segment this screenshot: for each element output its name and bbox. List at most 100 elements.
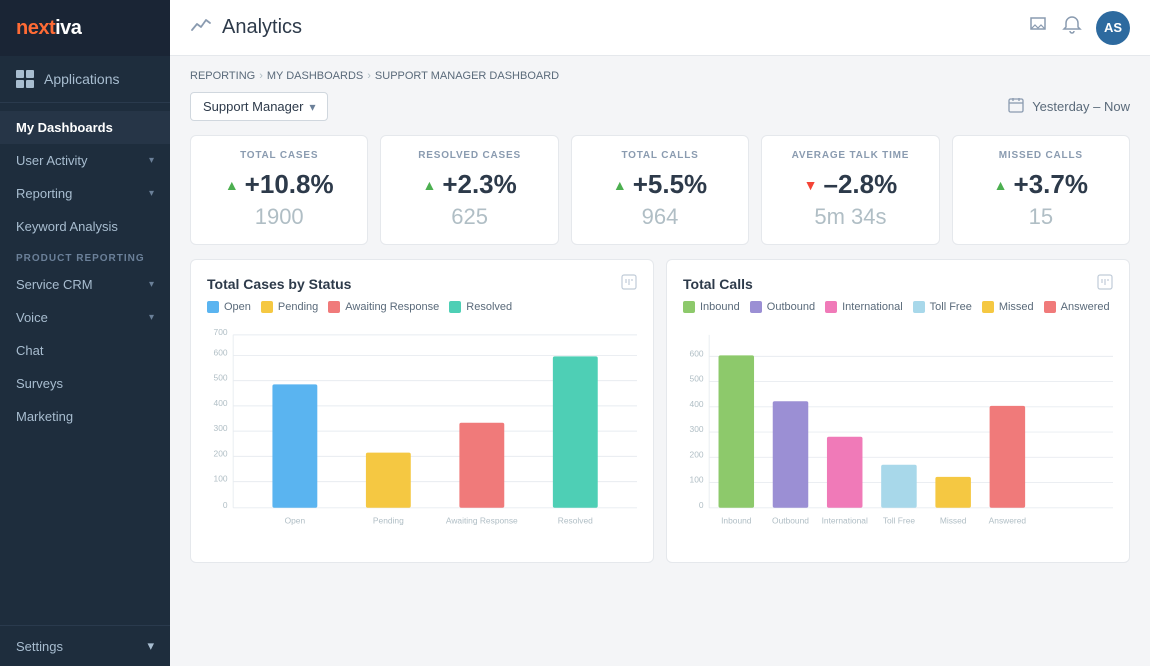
charts-row: Total Cases by Status Open Pending (190, 259, 1130, 563)
page-title: Analytics (222, 16, 302, 39)
sidebar-item-voice[interactable]: Voice ▾ (0, 301, 170, 334)
sidebar-item-my-dashboards[interactable]: My Dashboards (0, 111, 170, 144)
sidebar-item-reporting[interactable]: Reporting ▾ (0, 177, 170, 210)
legend-label: Awaiting Response (345, 301, 439, 313)
legend-label: Toll Free (930, 301, 972, 313)
user-avatar[interactable]: AS (1096, 11, 1130, 45)
stat-card-change: ▲ +3.7% (969, 169, 1113, 200)
stat-card-title: TOTAL CALLS (588, 150, 732, 161)
sidebar-item-label: Keyword Analysis (16, 219, 118, 234)
sidebar-item-surveys[interactable]: Surveys (0, 367, 170, 400)
breadcrumb: REPORTING › MY DASHBOARDS › SUPPORT MANA… (190, 70, 1130, 82)
svg-text:Open: Open (285, 516, 306, 526)
svg-text:600: 600 (690, 348, 704, 358)
product-reporting-section-label: PRODUCT REPORTING (0, 243, 170, 268)
dropdown-arrow-icon: ▾ (309, 100, 315, 114)
sidebar-item-marketing[interactable]: Marketing (0, 400, 170, 433)
stat-absolute-value: 5m 34s (778, 204, 922, 230)
trend-up-icon: ▲ (225, 177, 239, 193)
calendar-icon (1008, 97, 1024, 117)
stat-card-change: ▲ +2.3% (397, 169, 541, 200)
svg-text:Answered: Answered (989, 516, 1027, 526)
legend-color (1044, 301, 1056, 313)
chart-header: Total Cases by Status (207, 274, 637, 293)
svg-text:Pending: Pending (373, 516, 404, 526)
legend-missed: Missed (982, 301, 1034, 313)
svg-text:500: 500 (690, 374, 704, 384)
legend-color (449, 301, 461, 313)
sidebar-item-label: Chat (16, 343, 43, 358)
legend-color (207, 301, 219, 313)
breadcrumb-current: SUPPORT MANAGER DASHBOARD (375, 70, 559, 82)
stat-change-value: +10.8% (245, 169, 334, 200)
dashboard-dropdown[interactable]: Support Manager ▾ (190, 92, 328, 121)
legend-color (750, 301, 762, 313)
svg-text:300: 300 (690, 424, 704, 434)
legend-resolved: Resolved (449, 301, 512, 313)
stat-change-value: +2.3% (442, 169, 516, 200)
svg-text:International: International (822, 516, 868, 526)
legend-pending: Pending (261, 301, 318, 313)
content-area: REPORTING › MY DASHBOARDS › SUPPORT MANA… (170, 56, 1150, 666)
svg-text:100: 100 (214, 474, 228, 484)
legend-inbound: Inbound (683, 301, 740, 313)
chart1-legend: Open Pending Awaiting Response Resolved (207, 301, 637, 313)
legend-tollfree: Toll Free (913, 301, 972, 313)
settings-item[interactable]: Settings ▾ (0, 625, 170, 666)
sidebar-item-service-crm[interactable]: Service CRM ▾ (0, 268, 170, 301)
chart-title: Total Calls (683, 276, 753, 292)
chevron-icon: ▾ (147, 638, 154, 654)
svg-text:600: 600 (214, 347, 228, 357)
legend-label: Inbound (700, 301, 740, 313)
legend-awaiting: Awaiting Response (328, 301, 439, 313)
sidebar-item-label: Voice (16, 310, 48, 325)
chart2-legend: Inbound Outbound International Toll Free (683, 301, 1113, 313)
sidebar-item-label: Marketing (16, 409, 73, 424)
trend-up-icon: ▲ (613, 177, 627, 193)
chevron-icon: ▾ (149, 188, 154, 199)
applications-section[interactable]: Applications (0, 56, 170, 103)
svg-text:Inbound: Inbound (721, 516, 752, 526)
applications-item[interactable]: Applications (16, 66, 154, 92)
trend-up-icon: ▲ (422, 177, 436, 193)
analytics-icon (190, 14, 212, 41)
svg-text:300: 300 (214, 423, 228, 433)
legend-answered: Answered (1044, 301, 1110, 313)
stat-card-title: AVERAGE TALK TIME (778, 150, 922, 161)
legend-international: International (825, 301, 903, 313)
legend-color (261, 301, 273, 313)
stat-change-value: +5.5% (633, 169, 707, 200)
chevron-icon: ▾ (149, 279, 154, 290)
breadcrumb-dashboards: MY DASHBOARDS (267, 70, 363, 82)
sidebar-item-user-activity[interactable]: User Activity ▾ (0, 144, 170, 177)
legend-color (913, 301, 925, 313)
svg-text:Awaiting Response: Awaiting Response (446, 516, 518, 526)
message-icon[interactable] (1028, 15, 1048, 40)
stat-card-missed-calls: MISSED CALLS ▲ +3.7% 15 (952, 135, 1130, 245)
svg-text:500: 500 (214, 373, 228, 383)
main-content: Analytics AS REPORTING › MY DASHBOARDS ›… (170, 0, 1150, 666)
top-bar: Analytics AS (170, 0, 1150, 56)
sidebar: nextiva Applications My Dashboards User … (0, 0, 170, 666)
svg-text:Toll Free: Toll Free (883, 516, 916, 526)
stat-card-change: ▲ +5.5% (588, 169, 732, 200)
chart-header: Total Calls (683, 274, 1113, 293)
sidebar-item-label: Surveys (16, 376, 63, 391)
legend-label: Resolved (466, 301, 512, 313)
stat-change-value: +3.7% (1014, 169, 1088, 200)
stat-card-change: ▲ +10.8% (207, 169, 351, 200)
date-range-selector[interactable]: Yesterday – Now (1008, 97, 1130, 117)
brand-name: nextiva (16, 17, 81, 40)
sidebar-item-keyword-analysis[interactable]: Keyword Analysis (0, 210, 170, 243)
legend-color (328, 301, 340, 313)
sidebar-item-label: User Activity (16, 153, 88, 168)
download-icon[interactable] (1097, 274, 1113, 293)
svg-text:Missed: Missed (940, 516, 967, 526)
notification-icon[interactable] (1062, 15, 1082, 40)
sidebar-item-chat[interactable]: Chat (0, 334, 170, 367)
top-bar-left: Analytics (190, 14, 302, 41)
stat-card-change: ▼ –2.8% (778, 169, 922, 200)
grid-icon (16, 70, 34, 88)
trend-up-icon: ▲ (994, 177, 1008, 193)
download-icon[interactable] (621, 274, 637, 293)
